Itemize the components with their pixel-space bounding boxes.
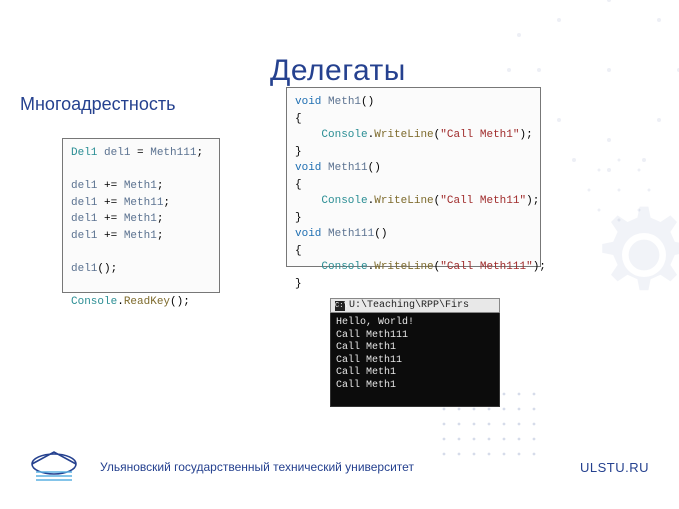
console-window: C:\ U:\Teaching\RPP\Firs Hello, World! C… xyxy=(330,298,500,407)
console-titlebar: C:\ U:\Teaching\RPP\Firs xyxy=(330,298,500,313)
footer-left: Ульяновский государственный технический … xyxy=(24,446,414,488)
code-block-right: void Meth1() { Console.WriteLine("Call M… xyxy=(286,87,541,267)
console-cmd-icon: C:\ xyxy=(335,301,345,311)
code-right-content: void Meth1() { Console.WriteLine("Call M… xyxy=(295,94,532,292)
logo-icon xyxy=(24,446,84,488)
university-logo xyxy=(24,446,84,488)
console-title-text: U:\Teaching\RPP\Firs xyxy=(349,300,469,311)
section-subtitle: Многоадрестность xyxy=(20,94,175,115)
console-body: Hello, World! Call Meth111 Call Meth1 Ca… xyxy=(330,313,500,407)
university-name: Ульяновский государственный технический … xyxy=(100,460,414,474)
page-title: Делегаты xyxy=(270,54,406,88)
code-block-left: Del1 del1 = Meth111; del1 += Meth1; del1… xyxy=(62,138,220,293)
footer: Ульяновский государственный технический … xyxy=(0,435,679,509)
code-left-content: Del1 del1 = Meth111; del1 += Meth1; del1… xyxy=(71,145,211,310)
bg-gear-icon xyxy=(589,200,679,310)
university-url: ULSTU.RU xyxy=(580,460,649,475)
